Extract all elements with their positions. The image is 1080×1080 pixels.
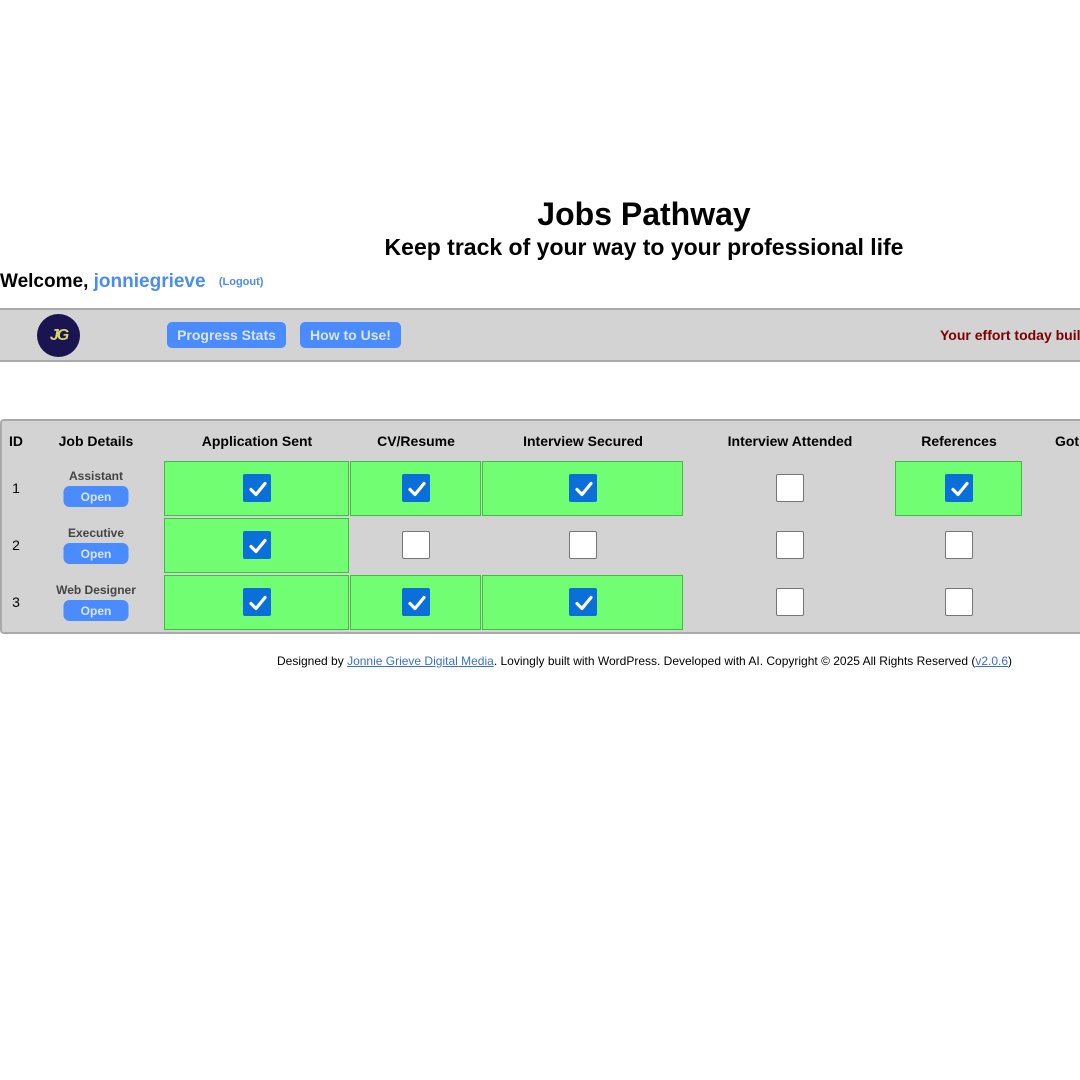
- checkmark-icon: [575, 595, 593, 611]
- footer: Designed by Jonnie Grieve Digital Media.…: [277, 654, 1012, 668]
- references-checkbox[interactable]: [945, 531, 973, 559]
- page-header: Jobs Pathway Keep track of your way to y…: [0, 195, 1080, 261]
- checkmark-icon: [951, 481, 969, 497]
- checkmark-icon: [575, 481, 593, 497]
- column-header-interview-secured: Interview Secured: [523, 433, 643, 449]
- checkmark-icon: [408, 481, 426, 497]
- column-header-references: References: [921, 433, 997, 449]
- checkmark-icon: [249, 595, 267, 611]
- interview-attended-checkbox[interactable]: [776, 474, 804, 502]
- footer-close: ): [1008, 654, 1013, 668]
- jobs-table: ID Job Details Application Sent CV/Resum…: [0, 419, 1080, 634]
- open-job-button[interactable]: Open: [63, 600, 129, 621]
- welcome-line: Welcome, jonniegrieve (Logout): [0, 271, 263, 293]
- application-sent-checkbox[interactable]: [243, 588, 271, 616]
- how-to-use-button[interactable]: How to Use!: [300, 322, 401, 348]
- application-sent-checkbox[interactable]: [243, 531, 271, 559]
- checkmark-icon: [408, 595, 426, 611]
- cv-resume-checkbox[interactable]: [402, 474, 430, 502]
- interview-secured-checkbox[interactable]: [569, 588, 597, 616]
- cv-resume-checkbox[interactable]: [402, 588, 430, 616]
- navbar: JG Progress Stats How to Use! Your effor…: [0, 308, 1080, 362]
- column-header-job-details: Job Details: [58, 433, 134, 449]
- interview-attended-checkbox[interactable]: [776, 531, 804, 559]
- welcome-prefix: Welcome,: [0, 271, 89, 292]
- footer-company-link[interactable]: Jonnie Grieve Digital Media: [347, 654, 494, 668]
- footer-designed-by: Designed by: [277, 654, 344, 668]
- open-job-button[interactable]: Open: [63, 543, 129, 564]
- job-name: Executive: [67, 526, 125, 540]
- username-link[interactable]: jonniegrieve: [94, 271, 206, 292]
- checkmark-icon: [249, 538, 267, 554]
- interview-secured-checkbox[interactable]: [569, 531, 597, 559]
- logo-text: JG: [49, 326, 69, 344]
- logout-link[interactable]: (Logout): [219, 276, 264, 288]
- row-id: 1: [12, 480, 20, 496]
- column-header-application-sent: Application Sent: [201, 433, 313, 449]
- column-header-id: ID: [9, 433, 23, 449]
- page-title: Jobs Pathway: [537, 196, 751, 232]
- row-id: 2: [12, 537, 20, 553]
- row-id: 3: [12, 594, 20, 610]
- column-header-interview-attended: Interview Attended: [727, 433, 853, 449]
- footer-copyright: . Lovingly built with WordPress. Develop…: [493, 654, 976, 668]
- column-header-got: Got: [1054, 433, 1080, 449]
- checkmark-icon: [249, 481, 267, 497]
- interview-secured-checkbox[interactable]: [569, 474, 597, 502]
- motivation-text: Your effort today buil: [940, 327, 1080, 343]
- references-checkbox[interactable]: [945, 588, 973, 616]
- application-sent-checkbox[interactable]: [243, 474, 271, 502]
- references-checkbox[interactable]: [945, 474, 973, 502]
- interview-attended-checkbox[interactable]: [776, 588, 804, 616]
- footer-version-link[interactable]: v2.0.6: [975, 654, 1008, 668]
- page-subtitle: Keep track of your way to your professio…: [384, 234, 904, 260]
- progress-stats-button[interactable]: Progress Stats: [167, 322, 286, 348]
- column-header-cv-resume: CV/Resume: [377, 433, 455, 449]
- cv-resume-checkbox[interactable]: [402, 531, 430, 559]
- job-name: Web Designer: [56, 583, 136, 597]
- open-job-button[interactable]: Open: [63, 486, 129, 507]
- job-name: Assistant: [68, 469, 124, 483]
- logo-icon[interactable]: JG: [37, 314, 80, 357]
